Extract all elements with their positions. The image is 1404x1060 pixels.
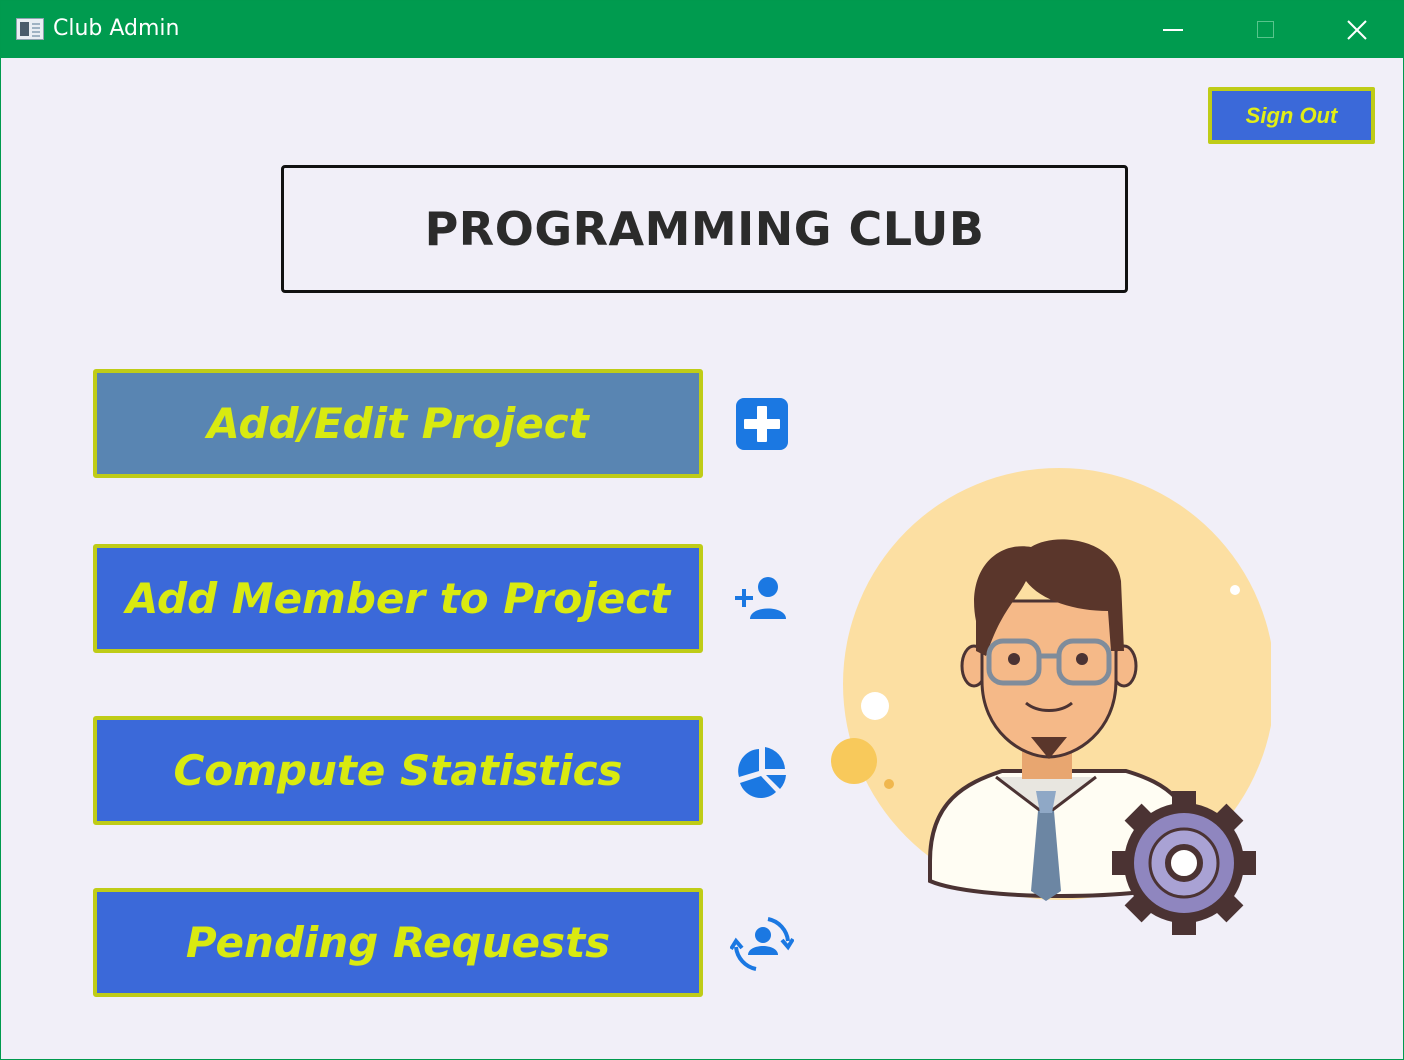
page-title: PROGRAMMING CLUB	[424, 202, 985, 256]
user-sync-icon[interactable]	[730, 911, 794, 975]
compute-statistics-button[interactable]: Compute Statistics	[93, 716, 703, 825]
add-member-to-project-button[interactable]: Add Member to Project	[93, 544, 703, 653]
sign-out-button[interactable]: Sign Out	[1208, 87, 1375, 144]
club-title-box: PROGRAMMING CLUB	[281, 165, 1128, 293]
add-user-icon[interactable]	[730, 567, 794, 631]
app-window: Club Admin Sign Out PROGRAMMING CLUB Add…	[0, 0, 1404, 1060]
close-button[interactable]	[1311, 1, 1403, 58]
maximize-button[interactable]	[1219, 1, 1311, 58]
title-bar[interactable]: Club Admin	[1, 1, 1403, 58]
pie-chart-icon[interactable]	[730, 739, 794, 803]
add-edit-project-button[interactable]: Add/Edit Project	[93, 369, 703, 478]
pending-requests-button[interactable]: Pending Requests	[93, 888, 703, 997]
window-title: Club Admin	[53, 16, 180, 41]
maximize-icon	[1256, 21, 1274, 38]
app-icon	[16, 18, 44, 40]
plus-square-icon[interactable]	[730, 392, 794, 456]
minimize-button[interactable]	[1127, 1, 1219, 58]
admin-avatar-illustration	[831, 468, 1271, 935]
minimize-icon	[1163, 28, 1183, 31]
close-icon	[1347, 19, 1367, 40]
